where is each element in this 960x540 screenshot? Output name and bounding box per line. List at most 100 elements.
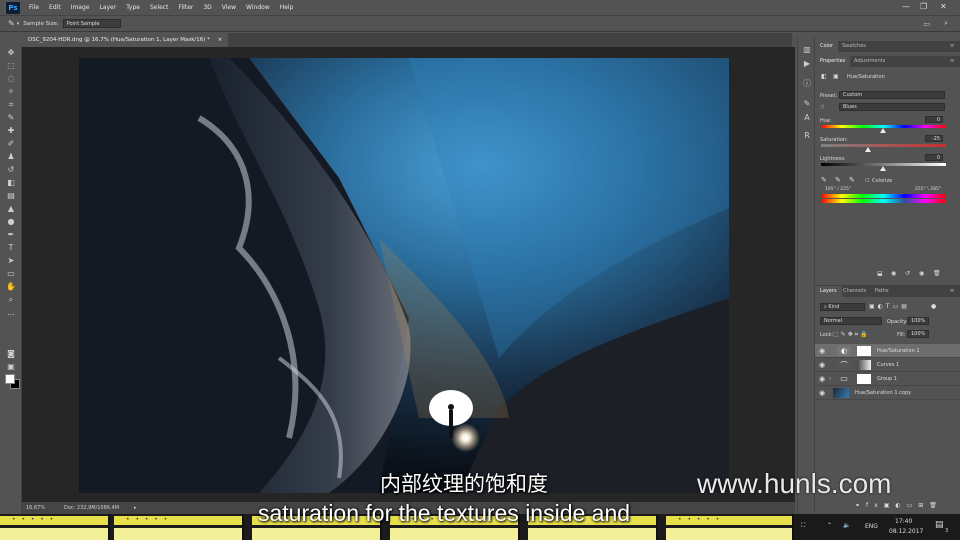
expand-chevron-icon[interactable]: › — [829, 372, 831, 386]
sample-size-select[interactable]: Point Sample — [62, 19, 121, 28]
quick-select-tool-icon[interactable]: ✧ — [5, 87, 17, 97]
info-panel-icon[interactable]: ⓘ — [801, 79, 813, 89]
gradient-tool-icon[interactable]: ▤ — [5, 191, 17, 201]
menu-edit[interactable]: Edit — [44, 4, 66, 11]
move-tool-icon[interactable]: ✥ — [5, 48, 17, 58]
workspace-icon[interactable]: ▭ — [923, 20, 930, 28]
status-arrow-icon[interactable]: ▸ — [134, 502, 137, 514]
visibility-eye-icon[interactable]: ◉ — [819, 358, 825, 372]
film-thumb[interactable]: • • • • • — [114, 514, 244, 540]
pen-tool-icon[interactable]: ✒ — [5, 230, 17, 240]
healing-brush-icon[interactable]: ✚ — [5, 126, 17, 136]
actions-panel-icon[interactable]: ▶ — [801, 59, 813, 69]
layer-row[interactable]: ◉ ◐ Hue/Saturation 1 — [815, 344, 960, 358]
path-select-icon[interactable]: ➤ — [5, 256, 17, 266]
zoom-tool-icon[interactable]: ⌕ — [5, 295, 17, 305]
filter-toggle-icon[interactable]: ● — [931, 303, 936, 310]
type-tool-icon[interactable]: T — [5, 243, 17, 253]
quick-mask-icon[interactable]: ◙ — [5, 349, 17, 359]
tab-properties[interactable]: Properties — [815, 56, 851, 67]
tab-color[interactable]: Color — [815, 41, 839, 52]
layer-footer-icons[interactable]: ⚭fx▣◐▭⊞🗑 — [855, 502, 943, 509]
visibility-eye-icon[interactable]: ◉ — [819, 372, 825, 386]
visibility-eye-icon[interactable]: ◉ — [819, 386, 825, 400]
clone-stamp-icon[interactable]: ♟ — [5, 152, 17, 162]
lightness-knob[interactable] — [880, 166, 886, 171]
fill-input[interactable]: 100% — [907, 330, 929, 338]
layer-mask-thumb[interactable] — [857, 346, 871, 356]
clock-time[interactable]: 17:40 — [895, 518, 912, 525]
eyedropper-icon[interactable]: ✎ — [821, 176, 827, 184]
ice-cave-photo[interactable] — [79, 58, 729, 493]
menu-window[interactable]: Window — [241, 4, 275, 11]
reset-icon[interactable]: ↺ — [905, 270, 910, 277]
target-adjust-icon[interactable]: ☝ — [820, 103, 824, 111]
document-tab[interactable]: DSC_9204-HDR.dng @ 16,7% (Hue/Saturation… — [22, 33, 229, 47]
film-thumb[interactable]: • • • • • — [666, 514, 794, 540]
close-window-icon[interactable]: ✕ — [940, 2, 947, 11]
screen-mode-icon[interactable]: ▣ — [5, 362, 17, 372]
colorize-checkbox[interactable]: ☐ — [865, 178, 869, 184]
menu-filter[interactable]: Filter — [174, 4, 199, 11]
lightness-input[interactable]: 0 — [925, 154, 943, 161]
lock-icons[interactable]: ⬚✎✥⌗🔒 — [833, 331, 870, 339]
blur-tool-icon[interactable]: ▲ — [5, 204, 17, 214]
libraries-panel-icon[interactable]: R — [801, 131, 813, 141]
panel-menu-icon[interactable]: ≡ — [945, 56, 959, 67]
opacity-input[interactable]: 100% — [907, 317, 929, 325]
clock-date[interactable]: 08.12.2017 — [889, 528, 923, 535]
saturation-knob[interactable] — [865, 147, 871, 152]
eyedropper-icon[interactable]: ✎ — [5, 113, 17, 123]
layer-mask-thumb[interactable] — [857, 360, 871, 370]
layer-filter-select[interactable]: ⌕ Kind — [820, 303, 865, 311]
layer-row[interactable]: ◉ › ▭ Group 1 — [815, 372, 960, 386]
layer-filter-icons[interactable]: ▣◐T▭▤ — [869, 303, 910, 310]
volume-icon[interactable]: 🔈 — [843, 522, 850, 529]
layer-row[interactable]: ◉ Hue/Saturation 1 copy — [815, 386, 960, 400]
notification-icon[interactable]: ▤ — [935, 520, 944, 530]
brush-panel-icon[interactable]: ✎ — [801, 99, 813, 109]
history-panel-icon[interactable]: ▥ — [801, 45, 813, 55]
menu-3d[interactable]: 3D — [198, 4, 216, 11]
tray-up-icon[interactable]: ⌃ — [827, 522, 832, 529]
panel-menu-icon[interactable]: ≡ — [945, 286, 959, 297]
tab-close-icon[interactable]: × — [218, 37, 223, 43]
search-icon[interactable]: ⌕ — [944, 19, 948, 28]
tab-paths[interactable]: Paths — [870, 286, 894, 297]
rectangle-tool-icon[interactable]: ▭ — [5, 269, 17, 279]
brush-tool-icon[interactable]: ✐ — [5, 139, 17, 149]
hand-tool-icon[interactable]: ✋ — [5, 282, 17, 292]
hue-knob[interactable] — [880, 128, 886, 133]
hue-input[interactable]: 0 — [925, 116, 943, 123]
menu-type[interactable]: Type — [121, 4, 145, 11]
layer-row[interactable]: ◉ ⌒ Curves 1 — [815, 358, 960, 372]
blend-mode-select[interactable]: Normal — [820, 317, 882, 325]
zoom-level[interactable]: 16,67% — [26, 502, 45, 514]
restore-icon[interactable]: ❐ — [920, 2, 927, 11]
menu-file[interactable]: File — [24, 4, 44, 11]
eyedropper-tool-icon[interactable]: ✎ — [8, 19, 15, 28]
visibility-eye-icon[interactable]: ◉ — [819, 344, 825, 358]
layer-mask-thumb[interactable] — [857, 374, 871, 384]
panel-menu-icon[interactable]: ≡ — [945, 41, 959, 52]
tool-preset-chevron-icon[interactable]: ▾ — [17, 21, 20, 27]
history-brush-icon[interactable]: ↺ — [5, 165, 17, 175]
clip-to-layer-icon[interactable]: ⬓ — [877, 270, 883, 277]
character-panel-icon[interactable]: A — [801, 113, 813, 123]
menu-layer[interactable]: Layer — [94, 4, 121, 11]
eyedropper-minus-icon[interactable]: ✎ — [849, 176, 855, 184]
people-icon[interactable]: ⛶ — [801, 522, 805, 530]
eraser-tool-icon[interactable]: ◧ — [5, 178, 17, 188]
view-previous-icon[interactable]: ◉ — [891, 270, 896, 277]
menu-image[interactable]: Image — [66, 4, 95, 11]
menu-help[interactable]: Help — [275, 4, 299, 11]
menu-select[interactable]: Select — [145, 4, 174, 11]
menu-view[interactable]: View — [217, 4, 241, 11]
language-indicator[interactable]: ENG — [865, 523, 878, 530]
tab-swatches[interactable]: Swatches — [837, 41, 871, 52]
lasso-tool-icon[interactable]: ◌ — [5, 74, 17, 84]
dodge-tool-icon[interactable]: ● — [5, 217, 17, 227]
saturation-slider[interactable] — [821, 144, 946, 147]
channel-select[interactable]: Blues — [839, 103, 945, 111]
more-tools-icon[interactable]: … — [5, 308, 17, 318]
